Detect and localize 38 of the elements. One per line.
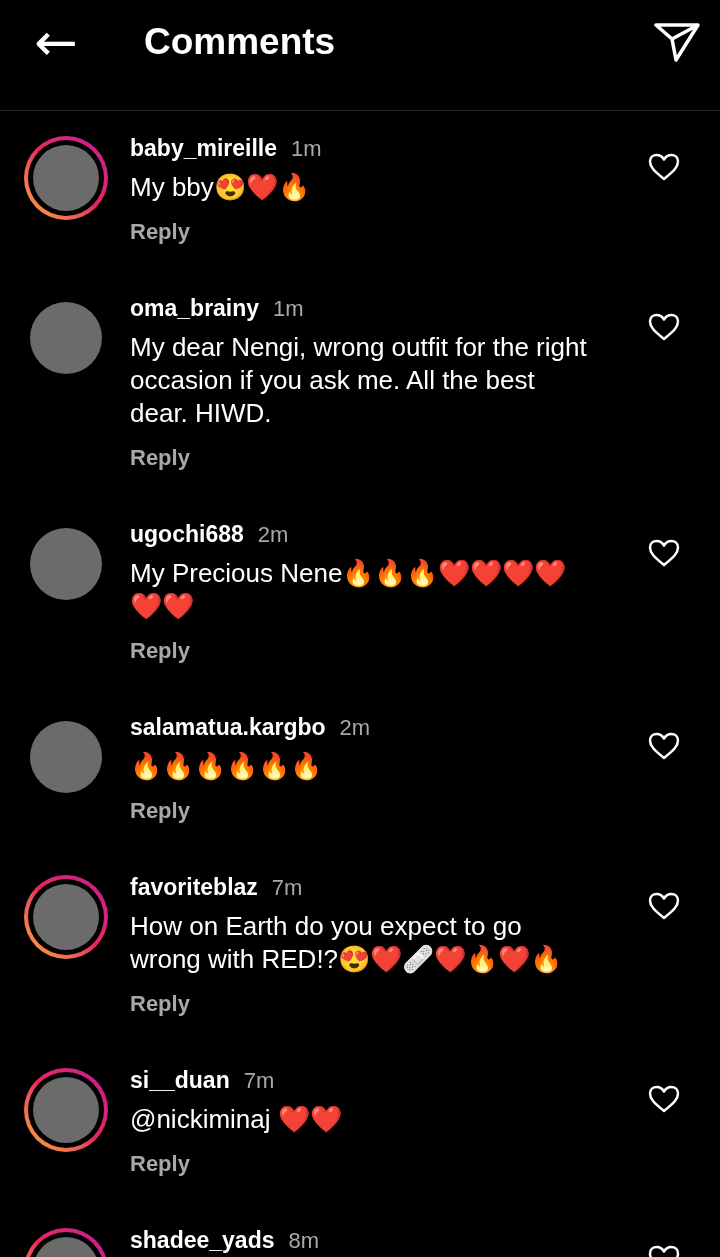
comment-text: 🔥🔥🔥🔥🔥🔥 [130, 750, 323, 783]
comment-text: How on Earth do you expect to go wrong with RED!?😍❤🩹❤🔥❤🔥 [130, 910, 564, 976]
heart-icon[interactable] [648, 1085, 680, 1113]
back-arrow-icon[interactable]: ← [34, 16, 80, 68]
username[interactable]: baby_mireille [130, 130, 278, 166]
comment-time: 1m [291, 134, 322, 163]
heart-icon[interactable] [648, 539, 680, 567]
page-title: Comments [144, 20, 336, 65]
comment-text: My dear Nengi, wrong outfit for the right occasion if you ask me. All the best dear. HIWD. [130, 331, 588, 430]
username[interactable]: shadee_yads [130, 1222, 275, 1257]
heart-icon[interactable] [648, 892, 680, 920]
username[interactable]: ugochi688 [130, 516, 244, 552]
username[interactable]: si__duan [130, 1062, 230, 1098]
username[interactable]: favoriteblaz [130, 869, 258, 905]
username[interactable]: salamatua.kargbo [130, 709, 326, 745]
avatar-photo-placeholder[interactable] [33, 1077, 99, 1143]
comment-time: 2m [257, 520, 289, 549]
comment-text: My bby😍❤🔥 [130, 171, 311, 204]
comment-text: My Precious Nene🔥🔥🔥❤❤❤❤❤❤ [130, 557, 568, 623]
username[interactable]: oma_brainy [130, 290, 260, 326]
reply-link[interactable]: Reply [130, 440, 190, 474]
comment-time: 1m [273, 294, 304, 323]
reply-link[interactable]: Reply [130, 1146, 190, 1180]
reply-link[interactable]: Reply [130, 793, 190, 827]
comment-time: 8m [288, 1226, 320, 1255]
reply-link[interactable]: Reply [130, 633, 190, 667]
comment-time: 2m [339, 713, 371, 742]
heart-icon[interactable] [648, 313, 680, 341]
reply-link[interactable]: Reply [130, 986, 190, 1020]
comment-time: 7m [271, 873, 303, 902]
heart-icon[interactable] [648, 732, 680, 760]
send-icon[interactable] [654, 22, 700, 62]
avatar-photo-placeholder[interactable] [33, 145, 99, 211]
comment-time: 7m [243, 1066, 275, 1095]
avatar-photo-placeholder[interactable] [33, 884, 99, 950]
reply-link[interactable]: Reply [130, 214, 190, 248]
heart-icon[interactable] [648, 153, 680, 181]
comment-text: @nickiminaj ❤❤ [130, 1103, 343, 1136]
